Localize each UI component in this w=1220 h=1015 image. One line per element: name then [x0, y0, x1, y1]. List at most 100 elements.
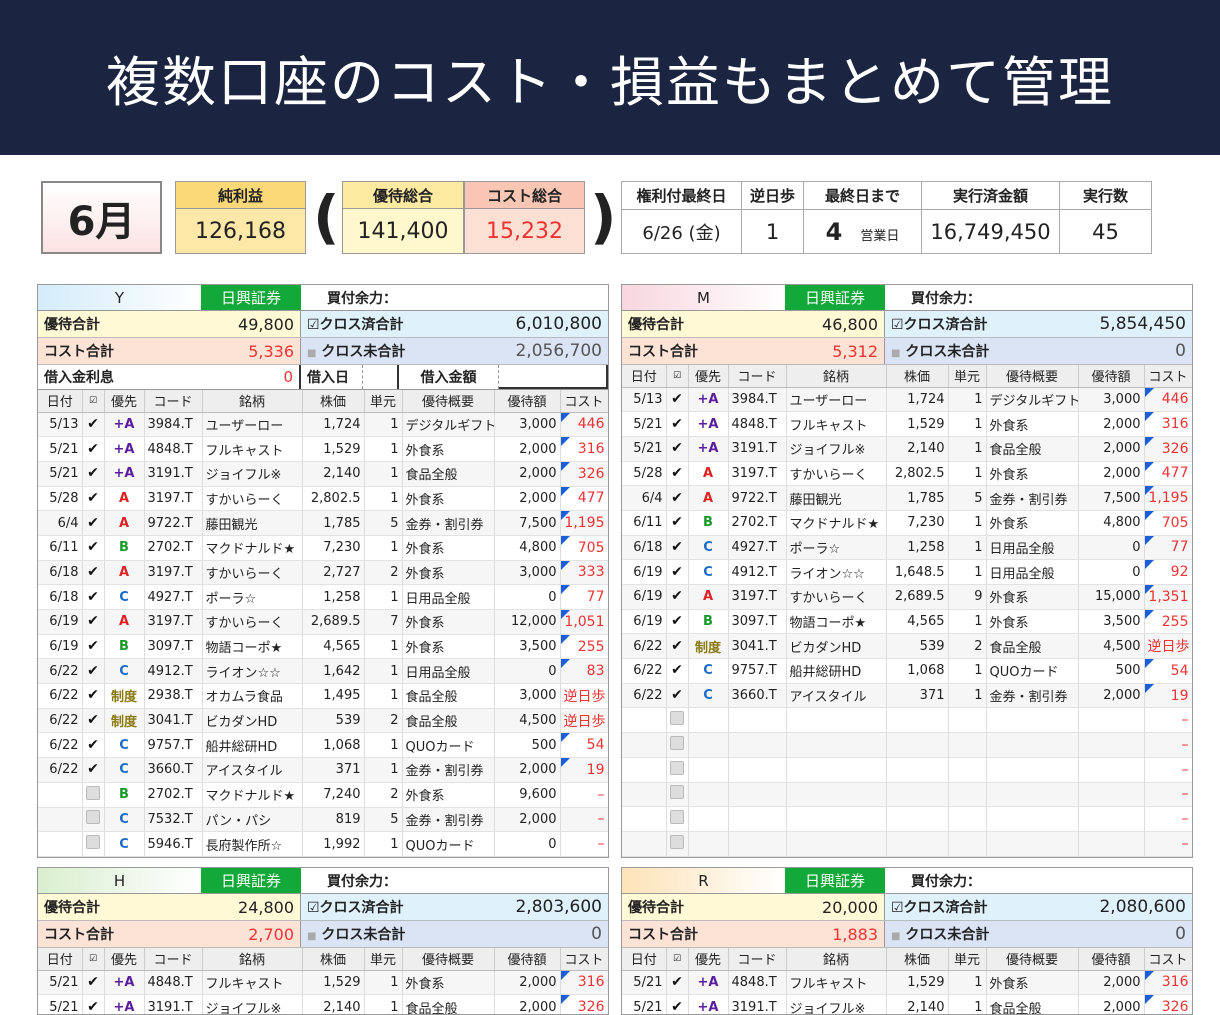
checked-checkbox[interactable]: ✔	[670, 515, 684, 529]
checkbox-cell[interactable]	[666, 806, 689, 832]
table-row[interactable]: 5/21 ✔ +A 4848.T フルキャスト 1,529 1 外食系 2,000 316	[622, 411, 1192, 437]
checkbox-cell[interactable]: ✔	[666, 485, 689, 511]
table-row[interactable]: 6/19 ✔ C 4912.T ライオン☆☆ 1,648.5 1 日用品全般 0 92	[622, 559, 1192, 585]
checked-checkbox[interactable]: ✔	[86, 590, 100, 604]
unchecked-checkbox[interactable]	[670, 810, 684, 825]
table-row[interactable]: 6/18 ✔ A 3197.T すかいらーく 2,727 2 外食系 3,000 333	[38, 560, 608, 586]
checkbox-cell[interactable]: ✔	[82, 510, 105, 536]
checked-checkbox[interactable]: ✔	[86, 713, 100, 727]
table-row[interactable]: 5/28 ✔ A 3197.T すかいらーく 2,802.5 1 外食系 2,000 477	[38, 486, 608, 512]
table-row[interactable]: 6/19 ✔ B 3097.T 物語コーポ★ 4,565 1 外食系 3,500 255	[38, 634, 608, 660]
table-row[interactable]: 6/22 ✔ C 9757.T 船井総研HD 1,068 1 QUOカード 500 54	[38, 732, 608, 759]
checked-checkbox[interactable]: ✔	[670, 663, 684, 677]
checked-checkbox[interactable]: ✔	[670, 392, 684, 406]
checked-checkbox[interactable]: ✔	[86, 762, 100, 776]
table-row[interactable]: 6/18 ✔ C 4927.T ポーラ☆ 1,258 1 日用品全般 0 77	[38, 584, 608, 610]
table-row[interactable]: 5/13 ✔ +A 3984.T ユーザーロー 1,724 1 デジタルギフト 3,000 446	[622, 387, 1192, 413]
table-row[interactable]: 5/21 ✔ +A 3191.T ジョイフル※ 2,140 1 食品全般 2,000 326	[622, 994, 1192, 1014]
table-row[interactable]: –	[622, 831, 1192, 857]
checkbox-cell[interactable]: ✔	[666, 461, 689, 487]
checked-checkbox[interactable]: ✔	[670, 614, 684, 628]
checkbox-cell[interactable]	[82, 782, 105, 808]
checked-checkbox[interactable]: ✔	[670, 975, 684, 989]
checked-checkbox[interactable]: ✔	[670, 565, 684, 579]
table-row[interactable]: 6/19 ✔ A 3197.T すかいらーく 2,689.5 9 外食系 15,000 1,351	[622, 584, 1192, 610]
checked-checkbox[interactable]: ✔	[86, 540, 100, 554]
table-row[interactable]: 5/21 ✔ +A 4848.T フルキャスト 1,529 1 外食系 2,000 316	[622, 970, 1192, 996]
table-row[interactable]: –	[622, 806, 1192, 832]
checked-checkbox[interactable]: ✔	[670, 1000, 684, 1014]
checkbox-cell[interactable]: ✔	[666, 559, 689, 585]
table-row[interactable]: 6/22 ✔ C 4912.T ライオン☆☆ 1,642 1 日用品全般 0 83	[38, 658, 608, 685]
table-row[interactable]: 5/21 ✔ +A 3191.T ジョイフル※ 2,140 1 食品全般 2,000 326	[622, 436, 1192, 462]
unchecked-checkbox[interactable]	[670, 711, 684, 726]
checkbox-cell[interactable]: ✔	[82, 994, 105, 1014]
unchecked-checkbox[interactable]	[670, 834, 684, 849]
checkbox-cell[interactable]: ✔	[666, 436, 689, 462]
checked-checkbox[interactable]: ✔	[86, 664, 100, 678]
table-row[interactable]: 5/21 ✔ +A 3191.T ジョイフル※ 2,140 1 食品全般 2,000 326	[38, 994, 608, 1014]
checkbox-cell[interactable]: ✔	[82, 412, 105, 438]
unchecked-checkbox[interactable]	[670, 760, 684, 775]
table-row[interactable]: 6/19 ✔ A 3197.T すかいらーく 2,689.5 7 外食系 12,000 1,051	[38, 609, 608, 635]
checked-checkbox[interactable]: ✔	[86, 442, 100, 456]
unchecked-checkbox[interactable]	[86, 785, 100, 800]
checkbox-cell[interactable]: ✔	[82, 658, 105, 685]
checkbox-cell[interactable]: ✔	[666, 609, 689, 635]
table-row[interactable]: 5/21 ✔ +A 4848.T フルキャスト 1,529 1 外食系 2,000 316	[38, 436, 608, 462]
table-row[interactable]: 5/21 ✔ +A 3191.T ジョイフル※ 2,140 1 食品全般 2,000 326	[38, 461, 608, 487]
checked-checkbox[interactable]: ✔	[86, 688, 100, 702]
checkbox-cell[interactable]: ✔	[666, 994, 689, 1014]
checked-checkbox[interactable]: ✔	[86, 466, 100, 480]
table-row[interactable]: –	[622, 782, 1192, 808]
checkbox-cell[interactable]: ✔	[82, 683, 105, 709]
checked-checkbox[interactable]: ✔	[670, 441, 684, 455]
checkbox-cell[interactable]: ✔	[666, 633, 689, 660]
table-row[interactable]: –	[622, 757, 1192, 783]
checkbox-cell[interactable]	[666, 732, 689, 758]
checkbox-cell[interactable]: ✔	[82, 486, 105, 512]
table-row[interactable]: 6/19 ✔ B 3097.T 物語コーポ★ 4,565 1 外食系 3,500 255	[622, 609, 1192, 635]
checked-checkbox[interactable]: ✔	[670, 589, 684, 603]
checked-checkbox[interactable]: ✔	[670, 688, 684, 702]
checked-checkbox[interactable]: ✔	[86, 491, 100, 505]
checked-checkbox[interactable]: ✔	[670, 417, 684, 431]
table-row[interactable]: 6/11 ✔ B 2702.T マクドナルド★ 7,230 1 外食系 4,800 705	[622, 510, 1192, 536]
table-row[interactable]: –	[622, 707, 1192, 734]
checkbox-cell[interactable]: ✔	[82, 461, 105, 487]
checkbox-cell[interactable]: ✔	[82, 535, 105, 561]
checkbox-cell[interactable]: ✔	[666, 387, 689, 413]
checkbox-cell[interactable]: ✔	[666, 584, 689, 610]
checkbox-cell[interactable]: ✔	[82, 609, 105, 635]
checked-checkbox[interactable]: ✔	[86, 639, 100, 653]
table-row[interactable]: 6/4 ✔ A 9722.T 藤田観光 1,785 5 金券・割引券 7,500 1,195	[38, 510, 608, 536]
table-row[interactable]: 6/18 ✔ C 4927.T ポーラ☆ 1,258 1 日用品全般 0 77	[622, 535, 1192, 561]
checkbox-cell[interactable]: ✔	[666, 535, 689, 561]
checkbox-cell[interactable]	[666, 757, 689, 783]
table-row[interactable]: B 2702.T マクドナルド★ 7,240 2 外食系 9,600–	[38, 782, 608, 808]
checkbox-cell[interactable]: ✔	[82, 757, 105, 783]
checkbox-cell[interactable]: ✔	[666, 411, 689, 437]
checkbox-cell[interactable]: ✔	[666, 510, 689, 536]
checkbox-cell[interactable]	[82, 831, 105, 857]
table-row[interactable]: 5/28 ✔ A 3197.T すかいらーく 2,802.5 1 外食系 2,000 477	[622, 461, 1192, 487]
table-row[interactable]: 6/22 ✔ 制度 3041.T ビカダンHD 539 2 食品全般 4,500 逆日歩	[622, 633, 1192, 660]
checkbox-cell[interactable]: ✔	[82, 436, 105, 462]
checkbox-cell[interactable]: ✔	[82, 584, 105, 610]
unchecked-checkbox[interactable]	[86, 835, 100, 850]
checked-checkbox[interactable]: ✔	[670, 540, 684, 554]
table-row[interactable]: 6/11 ✔ B 2702.T マクドナルド★ 7,230 1 外食系 4,800 705	[38, 535, 608, 561]
checkbox-cell[interactable]: ✔	[82, 970, 105, 996]
checked-checkbox[interactable]: ✔	[670, 491, 684, 505]
checkbox-cell[interactable]: ✔	[666, 658, 689, 684]
checked-checkbox[interactable]: ✔	[670, 639, 684, 653]
checkbox-cell[interactable]: ✔	[82, 708, 105, 734]
table-row[interactable]: 5/13 ✔ +A 3984.T ユーザーロー 1,724 1 デジタルギフト 3,000 446	[38, 412, 608, 438]
table-row[interactable]: 5/21 ✔ +A 4848.T フルキャスト 1,529 1 外食系 2,000 316	[38, 970, 608, 996]
checkbox-cell[interactable]: ✔	[82, 732, 105, 759]
unchecked-checkbox[interactable]	[670, 735, 684, 750]
checked-checkbox[interactable]: ✔	[86, 417, 100, 431]
checked-checkbox[interactable]: ✔	[86, 1000, 100, 1014]
checkbox-cell[interactable]: ✔	[82, 634, 105, 660]
checked-checkbox[interactable]: ✔	[86, 565, 100, 579]
